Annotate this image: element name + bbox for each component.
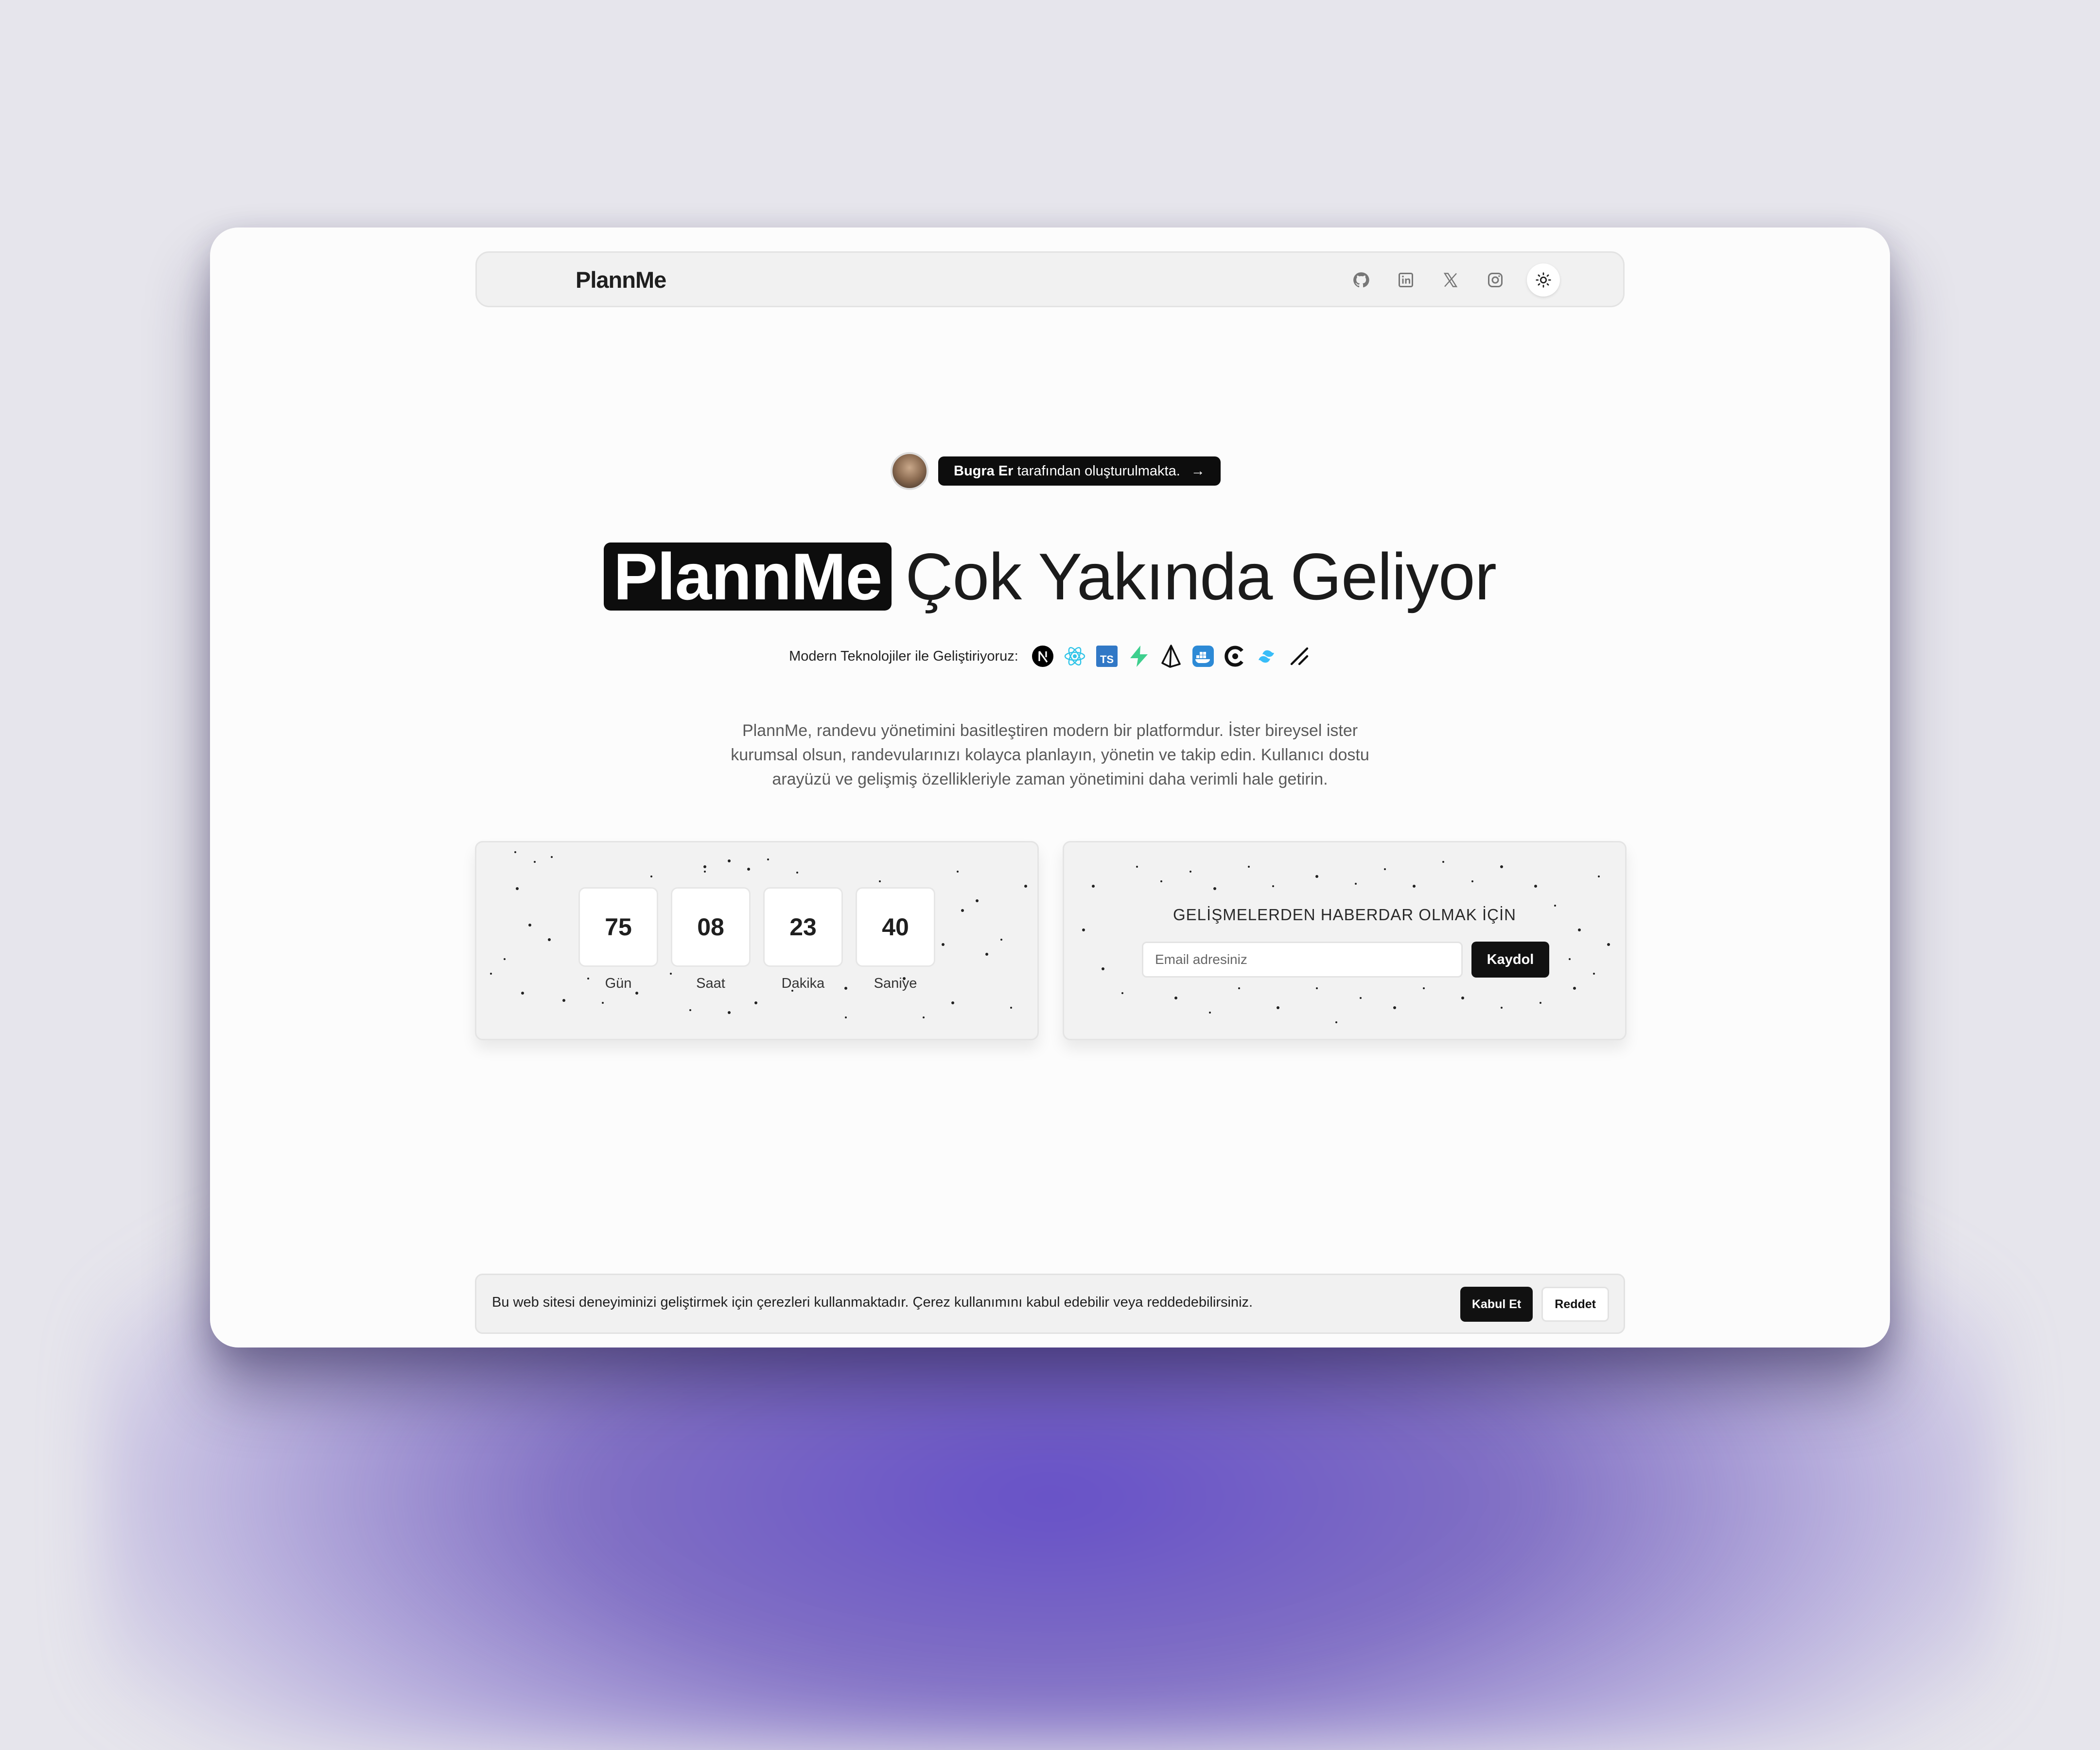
linkedin-icon[interactable] [1393,267,1419,293]
typescript-icon: TS [1095,645,1119,668]
countdown-minutes: 23 Dakika [763,887,843,992]
svg-text:TS: TS [1100,653,1114,665]
author-link[interactable]: Bugra Er tarafından oluşturulmakta. → [938,456,1221,486]
docker-icon [1191,645,1215,668]
newsletter-form: Kaydol [1142,942,1549,978]
sun-icon [1536,272,1551,288]
instagram-icon[interactable] [1482,267,1508,293]
newsletter-title: GELİŞMELERDEN HABERDAR OLMAK İÇİN [1173,906,1516,924]
tech-stack: Modern Teknolojiler ile Geliştiriyoruz: … [210,645,1890,668]
countdown-seconds: 40 Saniye [856,887,935,992]
accept-cookies-button[interactable]: Kabul Et [1460,1287,1533,1322]
x-icon[interactable] [1437,267,1464,293]
avatar [891,452,928,490]
hours-label: Saat [696,976,725,991]
author-badge: Bugra Er tarafından oluşturulmakta. → [891,452,1221,490]
brand-logo[interactable]: PlannMe [576,266,666,293]
react-icon [1063,645,1086,668]
arrow-right-icon: → [1190,463,1205,479]
days-value: 75 [578,887,658,967]
github-icon[interactable] [1348,267,1374,293]
supabase-icon [1127,645,1151,668]
browser-window: PlannMe Bugra Er tarafından oluşturulmak… [210,228,1890,1348]
seconds-value: 40 [856,887,935,967]
cookie-banner: Bu web sitesi deneyiminizi geliştirmek i… [475,1274,1625,1334]
title-rest: Çok Yakında Geliyor [905,540,1497,613]
email-input[interactable] [1142,942,1463,978]
shadcn-icon [1288,645,1311,668]
days-label: Gün [605,976,632,991]
author-name: Bugra Er [954,463,1014,479]
minutes-value: 23 [763,887,843,967]
description: PlannMe, randevu yönetimini basitleştire… [731,721,1369,788]
title-highlight: PlannMe [604,542,892,611]
reject-cookies-button[interactable]: Reddet [1541,1287,1609,1322]
countdown-card: 75 Gün 08 Saat 23 Dakika 40 Saniye [475,841,1039,1040]
cookie-text: Bu web sitesi deneyiminizi geliştirmek i… [492,1295,1253,1310]
subscribe-button[interactable]: Kaydol [1471,942,1549,978]
minutes-label: Dakika [781,976,825,991]
countdown-days: 75 Gün [578,887,658,992]
theme-toggle-button[interactable] [1527,263,1560,297]
newsletter-card: GELİŞMELERDEN HABERDAR OLMAK İÇİN Kaydol [1063,841,1627,1040]
navbar: PlannMe [475,251,1625,307]
prisma-icon [1159,645,1183,668]
codegen-icon [1224,645,1247,668]
tailwind-icon [1256,645,1279,668]
hours-value: 08 [671,887,751,967]
nextjs-icon [1031,645,1054,668]
countdown-timer: 75 Gün 08 Saat 23 Dakika 40 Saniye [578,887,935,992]
author-text: tarafından oluşturulmakta. [1017,463,1180,479]
social-links [1348,263,1560,297]
seconds-label: Saniye [874,976,917,991]
countdown-hours: 08 Saat [671,887,751,992]
page-title: PlannMe Çok Yakında Geliyor [210,539,1890,614]
tech-label: Modern Teknolojiler ile Geliştiriyoruz: [789,648,1018,664]
